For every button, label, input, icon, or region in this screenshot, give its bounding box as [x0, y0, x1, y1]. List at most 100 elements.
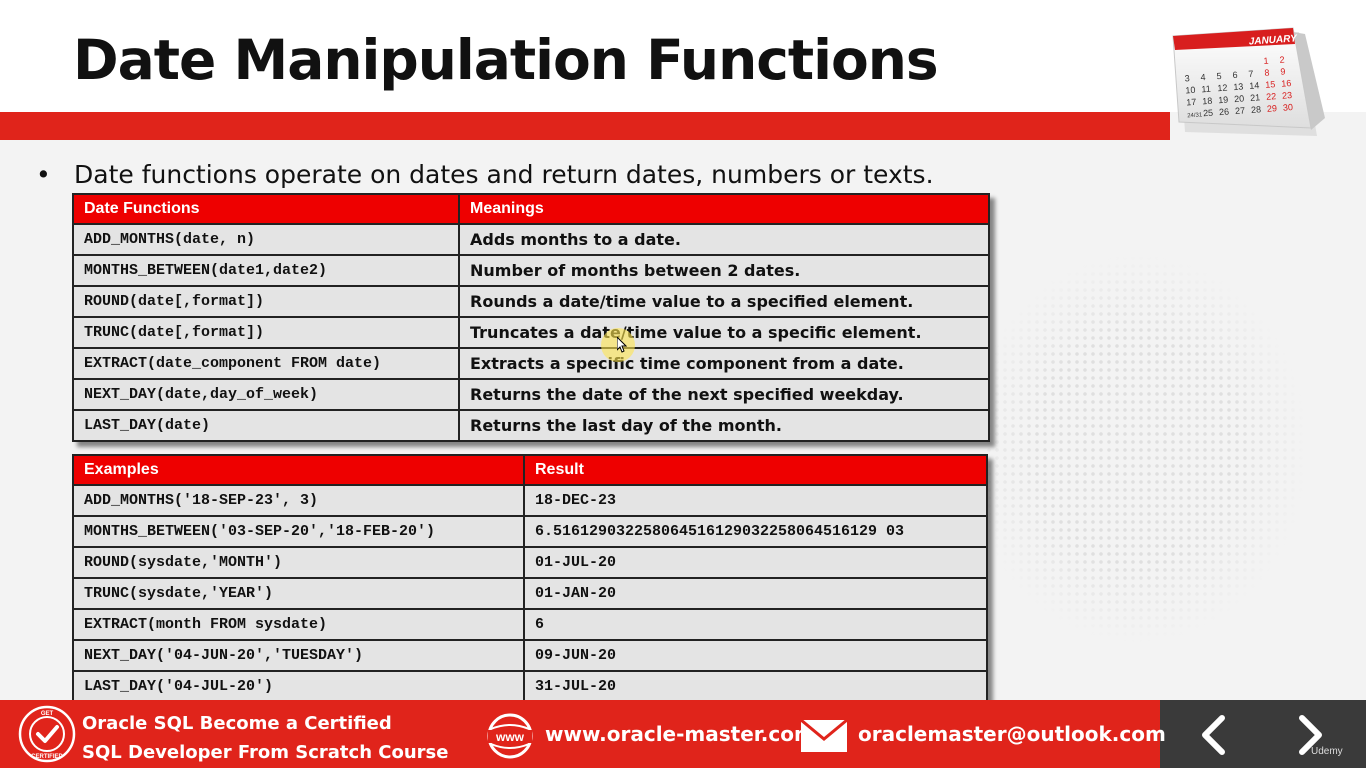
bullet-point: • Date functions operate on dates and ret… — [36, 160, 934, 189]
table-header: Date Functions — [72, 193, 460, 225]
result-cell: 09-JUN-20 — [523, 639, 988, 672]
calendar-day: 26 — [1219, 106, 1230, 117]
table-row: ADD_MONTHS(date, n) Adds months to a dat… — [72, 223, 990, 256]
meaning-cell: Number of months between 2 dates. — [458, 254, 990, 287]
result-cell: 6 — [523, 608, 988, 641]
table-row: NEXT_DAY(date,day_of_week) Returns the d… — [72, 378, 990, 411]
function-cell: NEXT_DAY(date,day_of_week) — [72, 378, 460, 411]
course-line-2: SQL Developer From Scratch Course — [82, 742, 449, 763]
result-cell: 01-JAN-20 — [523, 577, 988, 610]
envelope-icon — [800, 719, 848, 752]
calendar-day: 30 — [1283, 102, 1294, 113]
bullet-symbol: • — [36, 160, 51, 189]
website-link[interactable]: www.oracle-master.com — [545, 722, 815, 746]
result-cell: 18-DEC-23 — [523, 484, 988, 517]
calendar-day: 5 — [1216, 71, 1222, 81]
example-cell: ROUND(sysdate,'MONTH') — [72, 546, 525, 579]
meaning-cell: Rounds a date/time value to a specified … — [458, 285, 990, 318]
table-row: MONTHS_BETWEEN(date1,date2) Number of mo… — [72, 254, 990, 287]
calendar-day: 6 — [1232, 70, 1238, 80]
calendar-day: 25 — [1203, 108, 1214, 119]
navigation-panel — [1160, 700, 1366, 768]
example-cell: LAST_DAY('04-JUL-20') — [72, 670, 525, 703]
table-row: LAST_DAY(date) Returns the last day of t… — [72, 409, 990, 442]
calendar-day: 3 — [1184, 73, 1190, 83]
date-functions-table: Date Functions Meanings ADD_MONTHS(date,… — [72, 193, 990, 442]
example-cell: MONTHS_BETWEEN('03-SEP-20','18-FEB-20') — [72, 515, 525, 548]
examples-table: Examples Result ADD_MONTHS('18-SEP-23', … — [72, 454, 988, 703]
bullet-text: Date functions operate on dates and retu… — [74, 160, 934, 189]
badge-text-bottom: CERTIFIED — [31, 754, 63, 760]
function-cell: MONTHS_BETWEEN(date1,date2) — [72, 254, 460, 287]
calendar-day: 15 — [1265, 79, 1276, 90]
result-cell: 31-JUL-20 — [523, 670, 988, 703]
www-label: www — [495, 730, 525, 744]
table-row: LAST_DAY('04-JUL-20') 31-JUL-20 — [72, 670, 988, 703]
mouse-cursor-icon — [617, 337, 627, 353]
calendar-day: 7 — [1248, 69, 1254, 79]
meaning-cell: Returns the last day of the month. — [458, 409, 990, 442]
calendar-day: 18 — [1202, 96, 1213, 107]
calendar-day: 28 — [1251, 104, 1262, 115]
calendar-day: 1 — [1263, 56, 1269, 66]
result-cell: 6.516129032258064516129032258064516129 0… — [523, 515, 988, 548]
calendar-day: 14 — [1249, 80, 1260, 91]
table-row: NEXT_DAY('04-JUN-20','TUESDAY') 09-JUN-2… — [72, 639, 988, 672]
table-row: MONTHS_BETWEEN('03-SEP-20','18-FEB-20') … — [72, 515, 988, 548]
course-title: Oracle SQL Become a Certified SQL Develo… — [82, 709, 448, 767]
example-cell: TRUNC(sysdate,'YEAR') — [72, 577, 525, 610]
function-cell: TRUNC(date[,format]) — [72, 316, 460, 349]
calendar-day: 12 — [1217, 83, 1228, 94]
calendar-day: 8 — [1264, 68, 1270, 78]
function-cell: EXTRACT(date_component FROM date) — [72, 347, 460, 380]
calendar-day: 24/31 — [1187, 112, 1203, 119]
table-row: EXTRACT(month FROM sysdate) 6 — [72, 608, 988, 641]
example-cell: NEXT_DAY('04-JUN-20','TUESDAY') — [72, 639, 525, 672]
table-header: Result — [523, 454, 988, 486]
calendar-day: 19 — [1218, 95, 1229, 106]
table-row: EXTRACT(date_component FROM date) Extrac… — [72, 347, 990, 380]
chevron-left-icon[interactable] — [1196, 714, 1230, 756]
meaning-cell: Adds months to a date. — [458, 223, 990, 256]
table-header: Examples — [72, 454, 525, 486]
calendar-day: 2 — [1279, 54, 1285, 64]
table-header: Meanings — [458, 193, 990, 225]
calendar-day: 17 — [1186, 97, 1197, 108]
globe-www-icon: www — [487, 713, 533, 759]
calendar-day: 23 — [1282, 90, 1293, 101]
table-row: ADD_MONTHS('18-SEP-23', 3) 18-DEC-23 — [72, 484, 988, 517]
title-underline-bar — [0, 112, 1170, 140]
table-row: ROUND(sysdate,'MONTH') 01-JUL-20 — [72, 546, 988, 579]
calendar-day: 22 — [1266, 91, 1277, 102]
function-cell: ROUND(date[,format]) — [72, 285, 460, 318]
table-row: ROUND(date[,format]) Rounds a date/time … — [72, 285, 990, 318]
udemy-watermark: Udemy — [1311, 746, 1343, 757]
calendar-day: 20 — [1234, 93, 1245, 104]
calendar-day: 21 — [1250, 92, 1261, 103]
calendar-day: 29 — [1267, 103, 1278, 114]
meaning-cell: Truncates a date/time value to a specifi… — [458, 316, 990, 349]
meaning-cell: Returns the date of the next specified w… — [458, 378, 990, 411]
calendar-day: 13 — [1233, 81, 1244, 92]
calendar-day: 10 — [1185, 85, 1196, 96]
calendar-day: 27 — [1235, 105, 1246, 116]
calendar-day: 9 — [1280, 66, 1286, 76]
table-row: TRUNC(date[,format]) Truncates a date/ti… — [72, 316, 990, 349]
function-cell: ADD_MONTHS(date, n) — [72, 223, 460, 256]
certified-badge-icon: GET CERTIFIED — [18, 705, 76, 763]
result-cell: 01-JUL-20 — [523, 546, 988, 579]
slide-title: Date Manipulation Functions — [73, 28, 939, 92]
example-cell: ADD_MONTHS('18-SEP-23', 3) — [72, 484, 525, 517]
example-cell: EXTRACT(month FROM sysdate) — [72, 608, 525, 641]
function-cell: LAST_DAY(date) — [72, 409, 460, 442]
email-link[interactable]: oraclemaster@outlook.com — [858, 722, 1166, 746]
calendar-icon: JANUARY 1 23 4 5 6 7 8 910 11 12 13 14 15 1617 18 19 20 2… — [1172, 27, 1325, 136]
table-row: TRUNC(sysdate,'YEAR') 01-JAN-20 — [72, 577, 988, 610]
meaning-cell: Extracts a specific time component from … — [458, 347, 990, 380]
badge-text-top: GET — [41, 711, 54, 717]
calendar-day: 4 — [1200, 72, 1206, 82]
calendar-day: 16 — [1281, 78, 1292, 89]
world-map-decoration — [985, 190, 1365, 660]
course-line-1: Oracle SQL Become a Certified — [82, 713, 392, 734]
calendar-day: 11 — [1201, 84, 1211, 95]
